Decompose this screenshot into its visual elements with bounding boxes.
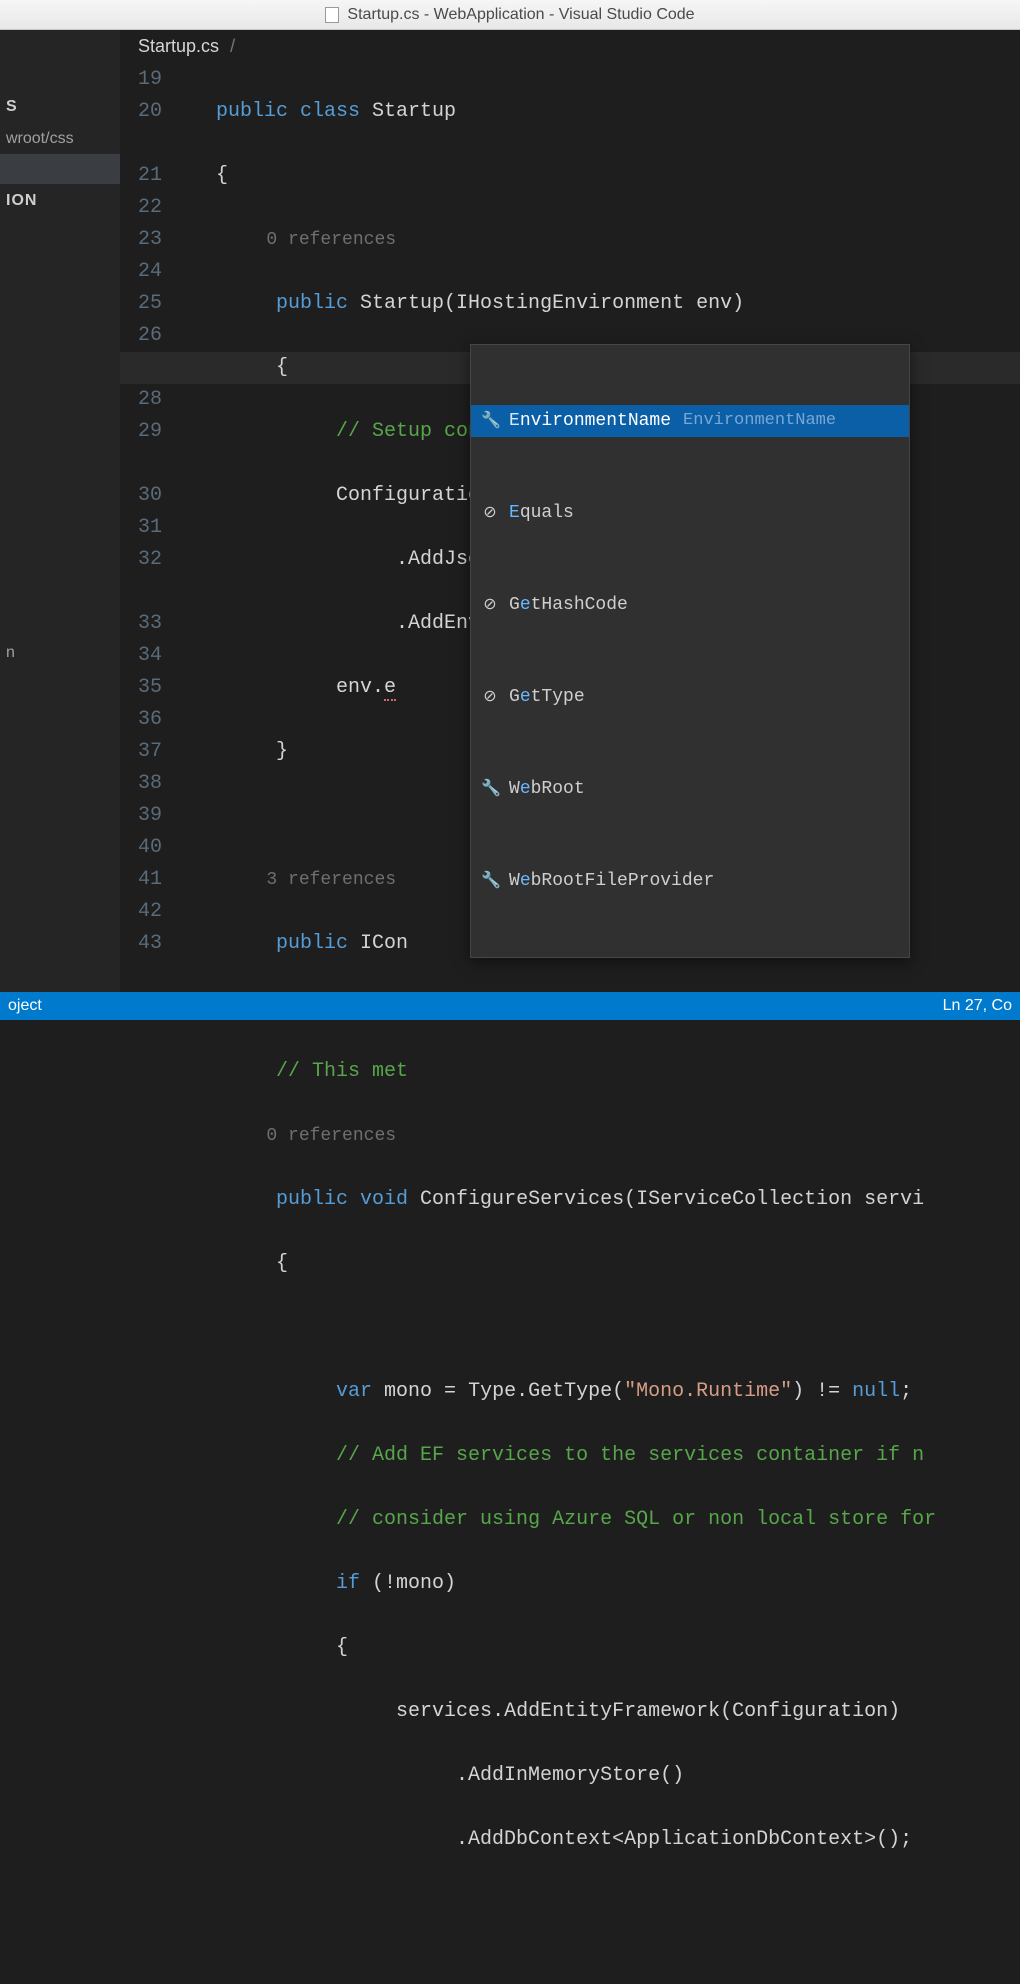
line-number: 40: [120, 832, 162, 864]
sidebar-item[interactable]: n: [0, 638, 120, 668]
line-number: [120, 448, 162, 480]
method-icon: ⊘: [481, 682, 499, 712]
line-number: 30: [120, 480, 162, 512]
autocomplete-item[interactable]: ⊘ GetHashCode: [471, 589, 909, 621]
sidebar: S wroot/css ION n: [0, 30, 120, 992]
line-number: 39: [120, 800, 162, 832]
line-number: 25: [120, 288, 162, 320]
line-number: 38: [120, 768, 162, 800]
codelens[interactable]: 0 references: [266, 230, 396, 250]
line-number: 20: [120, 96, 162, 128]
line-number: 29: [120, 416, 162, 448]
line-number: 24: [120, 256, 162, 288]
line-number: 21: [120, 160, 162, 192]
method-icon: ⊘: [481, 498, 499, 528]
line-number: 32: [120, 544, 162, 576]
editor[interactable]: 19 20 21 22 23 24 25 26 27 28 29 30 31 3…: [120, 64, 1020, 1984]
line-number: 36: [120, 704, 162, 736]
codelens[interactable]: 3 references: [266, 870, 396, 890]
tab-startup[interactable]: Startup.cs /: [128, 30, 245, 63]
wrench-icon: 🔧: [481, 406, 499, 436]
line-number: [120, 128, 162, 160]
window-titlebar: Startup.cs - WebApplication - Visual Stu…: [0, 0, 1020, 30]
window-title: Startup.cs - WebApplication - Visual Stu…: [347, 6, 694, 24]
sidebar-section-header: ION: [0, 184, 120, 218]
line-number: 41: [120, 864, 162, 896]
statusbar-cursor-position[interactable]: Ln 27, Co: [943, 997, 1012, 1015]
status-bar: oject Ln 27, Co: [0, 992, 1020, 1020]
line-number: 26: [120, 320, 162, 352]
autocomplete-item[interactable]: 🔧 WebRoot: [471, 773, 909, 805]
wrench-icon: 🔧: [481, 774, 499, 804]
tab-sep: /: [230, 36, 235, 56]
autocomplete-item[interactable]: 🔧 EnvironmentName EnvironmentName: [471, 405, 909, 437]
codelens[interactable]: 0 references: [266, 1126, 396, 1146]
sidebar-section-header: S: [0, 90, 120, 124]
method-icon: ⊘: [481, 590, 499, 620]
sidebar-item-selected[interactable]: [0, 154, 120, 184]
line-number: 19: [120, 64, 162, 96]
line-number: 43: [120, 928, 162, 960]
autocomplete-item[interactable]: 🔧 WebRootFileProvider: [471, 865, 909, 897]
line-number: 22: [120, 192, 162, 224]
line-number: [120, 576, 162, 608]
sidebar-item[interactable]: wroot/css: [0, 124, 120, 154]
tab-bar: Startup.cs /: [120, 30, 1020, 64]
line-number: 35: [120, 672, 162, 704]
line-number: 28: [120, 384, 162, 416]
autocomplete-item[interactable]: ⊘ GetType: [471, 681, 909, 713]
statusbar-left[interactable]: oject: [8, 997, 42, 1015]
tab-label: Startup.cs: [138, 36, 219, 56]
line-number: 33: [120, 608, 162, 640]
line-number: 42: [120, 896, 162, 928]
line-number: 37: [120, 736, 162, 768]
main-area: S wroot/css ION n Startup.cs / 19 20 21 …: [0, 30, 1020, 992]
autocomplete-item[interactable]: ⊘ Equals: [471, 497, 909, 529]
file-icon: [325, 7, 339, 23]
line-number: 34: [120, 640, 162, 672]
line-number: 23: [120, 224, 162, 256]
wrench-icon: 🔧: [481, 866, 499, 896]
autocomplete-popup: 🔧 EnvironmentName EnvironmentName ⊘ Equa…: [470, 344, 910, 958]
line-number: 31: [120, 512, 162, 544]
editor-wrap: Startup.cs / 19 20 21 22 23 24 25 26 27 …: [120, 30, 1020, 992]
code-area[interactable]: public class Startup { 0 references publ…: [180, 64, 1020, 1984]
